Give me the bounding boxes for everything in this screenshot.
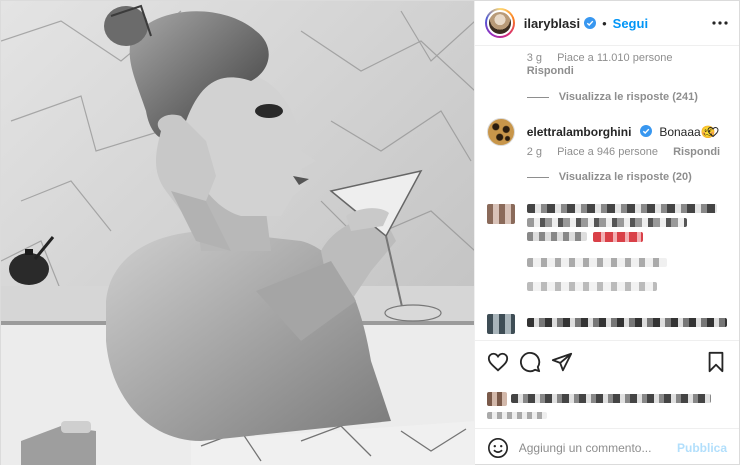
view-replies-label: Visualizza le risposte (20) xyxy=(558,171,692,183)
post-actions xyxy=(474,340,739,388)
verified-badge-icon xyxy=(584,17,597,29)
comment-input[interactable] xyxy=(518,440,677,455)
replies-line xyxy=(526,176,549,178)
view-replies-label: Visualizza le risposte (241) xyxy=(558,91,698,103)
comment-time: 3 g xyxy=(526,52,543,64)
share-icon[interactable] xyxy=(551,351,573,373)
comment-meta: 2 g Piace a 946 persone Rispondi xyxy=(527,146,732,158)
add-comment-bar: Pubblica xyxy=(474,428,739,465)
bookmark-icon[interactable] xyxy=(705,351,727,373)
post-image xyxy=(1,1,474,465)
likes-section xyxy=(475,388,739,428)
comment-meta: 3 g Piace a 11.010 persone xyxy=(527,52,685,64)
comment-body: elettralamborghini Bonaaa🥴 xyxy=(527,123,716,141)
comment-likes[interactable]: Piace a 11.010 persone xyxy=(557,52,672,64)
instagram-post: ilaryblasi • Segui 3 g Piace a 11.010 pe… xyxy=(0,0,740,465)
author-avatar[interactable] xyxy=(484,8,515,38)
follow-button[interactable]: Segui xyxy=(613,16,648,31)
comments-list[interactable]: 3 g Piace a 11.010 persone Rispondi Visu… xyxy=(475,46,739,340)
header-separator: • xyxy=(602,15,607,31)
post-photo[interactable] xyxy=(1,1,474,465)
heart-icon[interactable] xyxy=(487,351,509,373)
view-replies-button[interactable]: Visualizza le risposte (20) xyxy=(526,171,692,183)
view-replies-button[interactable]: Visualizza le risposte (241) xyxy=(526,91,698,103)
comment-icon[interactable] xyxy=(519,351,541,373)
comment-likes[interactable]: Piace a 946 persone xyxy=(557,146,658,158)
commenter-username[interactable]: elettralamborghini xyxy=(527,125,632,139)
comment-reply-row: Rispondi xyxy=(527,65,586,77)
reply-button[interactable]: Rispondi xyxy=(673,146,720,158)
emoji-icon[interactable] xyxy=(487,437,509,459)
post-header: ilaryblasi • Segui xyxy=(474,1,739,46)
like-comment-heart-icon[interactable] xyxy=(707,126,719,138)
reply-button[interactable]: Rispondi xyxy=(527,65,574,77)
comment-time: 2 g xyxy=(526,146,543,158)
verified-badge-icon xyxy=(639,125,652,137)
commenter-avatar[interactable] xyxy=(486,118,515,146)
author-username[interactable]: ilaryblasi xyxy=(524,16,580,31)
replies-line xyxy=(526,96,549,98)
post-side-panel: ilaryblasi • Segui 3 g Piace a 11.010 pe… xyxy=(473,1,739,465)
publish-button[interactable]: Pubblica xyxy=(677,441,727,455)
more-options-icon[interactable] xyxy=(711,14,729,32)
